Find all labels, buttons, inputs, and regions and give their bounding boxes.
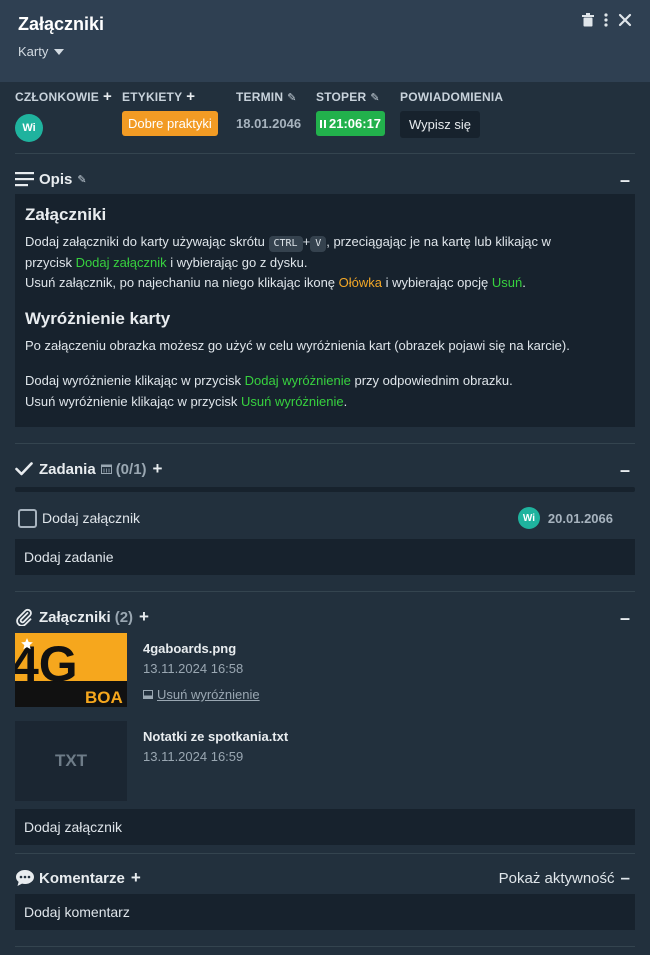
attachment-name[interactable]: Notatki ze spotkania.txt bbox=[143, 729, 288, 744]
description-paragraph: Dodaj załączniki do karty używając skrót… bbox=[25, 234, 551, 290]
remove-cover-button[interactable]: Usuń wyróżnienie bbox=[143, 687, 260, 702]
text-align-icon bbox=[15, 172, 34, 187]
calendar-icon[interactable] bbox=[100, 464, 112, 474]
tasks-heading: Zadania bbox=[39, 460, 96, 478]
highlight-text: Dodaj załącznik bbox=[75, 254, 167, 270]
more-vertical-icon[interactable] bbox=[604, 13, 608, 32]
notifications-label: POWIADOMIENIA bbox=[400, 90, 504, 104]
list-name: Karty bbox=[18, 44, 49, 59]
task-label[interactable]: Dodaj załącznik bbox=[42, 510, 140, 526]
notifications-section: POWIADOMIENIA Wypisz się bbox=[400, 90, 503, 138]
due-label: TERMIN bbox=[236, 90, 284, 104]
description-heading: Opis bbox=[39, 170, 73, 188]
due-date[interactable]: 18.01.2046 bbox=[236, 116, 301, 131]
comments-heading: Komentarze bbox=[39, 869, 125, 887]
check-icon bbox=[15, 462, 33, 476]
description-heading-2: Wyróżnienie karty bbox=[25, 308, 171, 328]
cover-icon bbox=[143, 690, 153, 699]
tasks-count: (0/1) bbox=[115, 460, 147, 478]
card-meta: CZŁONKOWIE + Wi ETYKIETY + Dobre praktyk… bbox=[15, 89, 635, 146]
pencil-icon[interactable]: ✎ bbox=[77, 173, 86, 186]
tasks-header: Zadania (0/1) + – bbox=[15, 458, 635, 480]
card-title[interactable]: Załączniki bbox=[18, 14, 104, 35]
stopwatch-label: STOPER bbox=[316, 90, 367, 104]
stopwatch-button[interactable]: 21:06:17 bbox=[316, 111, 386, 136]
collapse-icon[interactable]: – bbox=[620, 608, 630, 629]
star-icon[interactable] bbox=[20, 637, 34, 651]
add-attachment-button[interactable]: Dodaj załącznik bbox=[15, 809, 635, 845]
list-selector[interactable]: Karty bbox=[18, 44, 65, 59]
add-comment-icon[interactable]: + bbox=[131, 869, 141, 886]
collapse-icon: – bbox=[620, 868, 630, 887]
attachments-header: Załączniki (2) + – bbox=[15, 606, 635, 628]
add-task-icon[interactable]: + bbox=[153, 460, 163, 477]
divider bbox=[15, 153, 635, 154]
highlight-text: Usuń wyróżnienie bbox=[241, 393, 344, 409]
task-due-date[interactable]: 20.01.2066 bbox=[548, 511, 613, 526]
add-task-input[interactable]: Dodaj zadanie bbox=[15, 539, 635, 575]
tasks-progress-bar bbox=[15, 487, 635, 492]
add-member-icon[interactable]: + bbox=[103, 89, 112, 104]
task-checkbox[interactable] bbox=[18, 508, 37, 528]
pencil-icon[interactable]: ✎ bbox=[370, 91, 379, 104]
attachment-item[interactable]: TXT Notatki ze spotkania.txt 13.11.2024 … bbox=[15, 721, 635, 801]
trash-icon[interactable] bbox=[582, 13, 594, 32]
task-meta: Wi 20.01.2066 bbox=[517, 507, 613, 529]
divider bbox=[15, 443, 635, 444]
members-label: CZŁONKOWIE bbox=[15, 90, 99, 104]
avatar[interactable]: Wi bbox=[15, 114, 43, 142]
highlight-text: Dodaj wyróżnienie bbox=[244, 373, 351, 388]
pause-icon bbox=[320, 119, 326, 128]
add-attachment-icon[interactable]: + bbox=[139, 608, 149, 625]
attachment-name[interactable]: 4gaboards.png bbox=[143, 641, 236, 656]
description-heading-1: Załączniki bbox=[25, 205, 107, 224]
divider bbox=[15, 853, 635, 854]
collapse-icon[interactable]: – bbox=[620, 170, 630, 191]
show-activity-label: Pokaż aktywność bbox=[498, 869, 615, 887]
due-section: TERMIN ✎ 18.01.2046 bbox=[236, 90, 301, 131]
attachment-item[interactable]: 4G BOA 4gaboards.png 13.11.2024 16:58 Us… bbox=[15, 633, 635, 713]
attachments-count: (2) bbox=[114, 608, 134, 626]
description-paragraph: Dodaj wyróżnienie klikając w przycisk Do… bbox=[25, 373, 513, 409]
attachment-thumbnail[interactable]: TXT bbox=[15, 721, 127, 801]
close-icon[interactable] bbox=[618, 13, 632, 32]
caret-down-icon bbox=[54, 48, 65, 55]
attachment-date: 13.11.2024 16:58 bbox=[143, 661, 244, 676]
highlight-text: Usuń bbox=[491, 275, 523, 290]
stopwatch-section: STOPER ✎ 21:06:17 bbox=[316, 90, 386, 136]
card-header: Załączniki Karty bbox=[0, 0, 650, 82]
labels-section: ETYKIETY + Dobre praktyki bbox=[122, 89, 218, 136]
add-comment-input[interactable]: Dodaj komentarz bbox=[15, 894, 635, 930]
header-actions bbox=[582, 13, 632, 32]
attachment-thumbnail[interactable]: 4G BOA bbox=[15, 633, 127, 707]
stopwatch-value: 21:06:17 bbox=[329, 116, 382, 131]
pencil-icon[interactable]: ✎ bbox=[287, 91, 296, 104]
show-activity-toggle[interactable]: Pokaż aktywność – bbox=[499, 868, 630, 888]
avatar[interactable]: Wi bbox=[517, 507, 540, 529]
divider bbox=[15, 946, 635, 947]
comment-icon bbox=[16, 870, 34, 886]
logo-text: BOA bbox=[85, 688, 123, 707]
attachment-date: 13.11.2024 16:59 bbox=[143, 749, 244, 764]
attachments-heading: Załączniki bbox=[39, 608, 111, 626]
paperclip-icon bbox=[16, 608, 32, 626]
label-chip[interactable]: Dobre praktyki bbox=[122, 111, 218, 136]
add-label-icon[interactable]: + bbox=[186, 89, 195, 104]
labels-label: ETYKIETY bbox=[122, 90, 183, 104]
description-header: Opis ✎ – bbox=[15, 168, 635, 190]
kbd-v: V bbox=[310, 236, 327, 252]
kbd-ctrl: CTRL bbox=[268, 236, 303, 252]
remove-cover-label: Usuń wyróżnienie bbox=[157, 687, 260, 702]
members-section: CZŁONKOWIE + Wi bbox=[15, 89, 112, 142]
task-item[interactable]: Dodaj załącznik Wi 20.01.2066 bbox=[15, 506, 635, 530]
description-paragraph: Po załączeniu obrazka możesz go użyć w c… bbox=[25, 337, 570, 353]
unsubscribe-button[interactable]: Wypisz się bbox=[400, 111, 481, 138]
collapse-icon[interactable]: – bbox=[620, 460, 630, 481]
description-body[interactable]: Załączniki Dodaj załączniki do karty uży… bbox=[15, 194, 635, 427]
highlight-text: Ołówka bbox=[338, 275, 382, 290]
divider bbox=[15, 591, 635, 592]
